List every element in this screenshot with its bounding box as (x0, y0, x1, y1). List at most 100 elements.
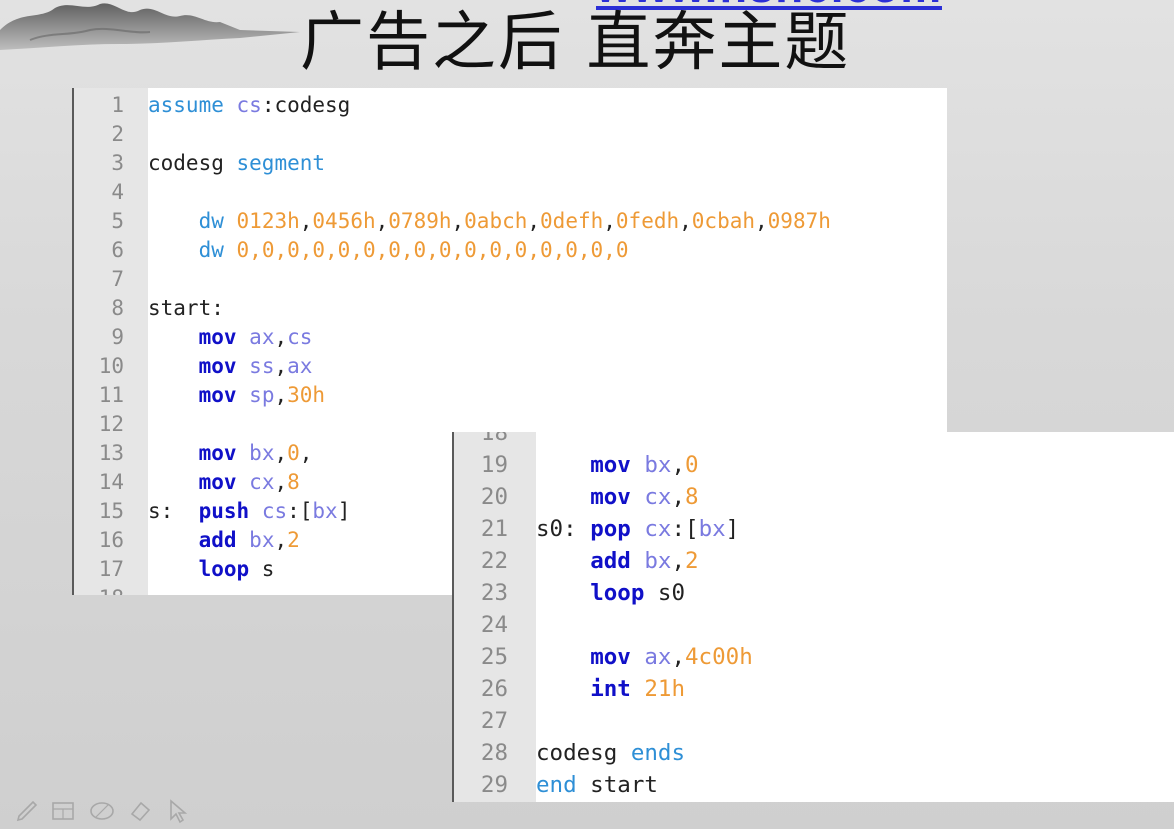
code-line: 22 add bx,2 (452, 545, 1174, 577)
code-token: 0987h (767, 209, 831, 233)
code-token: 0123h (236, 209, 300, 233)
line-number: 17 (98, 557, 124, 581)
code-line: 1 assume cs:codesg (72, 91, 947, 120)
code-token: mov (590, 452, 631, 478)
slide-toolbar (14, 798, 194, 828)
code-line: 5 dw 0123h,0456h,0789h,0abch,0defh,0fedh… (72, 207, 947, 236)
line-number: 9 (111, 325, 124, 349)
code-token: mov (590, 644, 631, 670)
code-token: 2 (287, 528, 300, 552)
line-number: 15 (98, 499, 124, 523)
grid-icon[interactable] (50, 798, 76, 824)
line-number: 2 (111, 122, 124, 146)
line-number: 1 (111, 93, 124, 117)
code-token: 0cbah (691, 209, 755, 233)
code-text: mov cx,8 (536, 481, 699, 513)
code-text: s: push cs:[bx] (148, 497, 350, 526)
line-number: 23 (480, 580, 508, 606)
code-token: :codesg (261, 93, 351, 117)
line-number: 26 (480, 676, 508, 702)
code-token: dw (198, 238, 224, 262)
code-token: bx (249, 441, 275, 465)
code-token: mov (198, 354, 237, 378)
code-token: sp (249, 383, 275, 407)
code-token: , (603, 209, 616, 233)
code-token: ] (725, 516, 740, 542)
code-token: , (755, 209, 768, 233)
code-token: mov (198, 325, 237, 349)
code-token: 2 (685, 548, 699, 574)
pen-icon[interactable] (14, 798, 40, 824)
code-line: 29 end start (452, 769, 1174, 801)
code-token: cx (644, 484, 672, 510)
code-line: 2 (72, 120, 947, 149)
code-token: cx (249, 470, 275, 494)
line-number: 25 (480, 644, 508, 670)
code-token: 0defh (540, 209, 604, 233)
code-line: 21 s0: pop cx:[bx] (452, 513, 1174, 545)
code-token: 21h (644, 676, 686, 702)
code-token: cs (261, 499, 288, 523)
code-token: end (536, 772, 577, 798)
pointer-icon[interactable] (166, 798, 190, 824)
code-token: 0abch (464, 209, 528, 233)
code-line: 18 (452, 432, 1174, 449)
code-token: loop (590, 580, 645, 606)
code-line: 6 dw 0,0,0,0,0,0,0,0,0,0,0,0,0,0,0,0 (72, 236, 947, 265)
code-token: segment (236, 151, 326, 175)
line-number: 7 (111, 267, 124, 291)
line-number: 10 (98, 354, 124, 378)
code-text: dw 0123h,0456h,0789h,0abch,0defh,0fedh,0… (148, 207, 831, 236)
line-number: 14 (98, 470, 124, 494)
code-token: 30h (287, 383, 326, 407)
eraser-icon[interactable] (88, 798, 116, 824)
code-token: mov (198, 441, 237, 465)
code-text: loop s (148, 555, 275, 584)
code-token: codesg (536, 740, 631, 766)
code-text: assume cs:codesg (148, 91, 350, 120)
code-token: cx (644, 516, 672, 542)
code-text: start: (148, 294, 224, 323)
code-line: 25 mov ax,4c00h (452, 641, 1174, 673)
line-number: 18 (72, 584, 124, 595)
code-token: , (671, 484, 686, 510)
code-token: 8 (685, 484, 699, 510)
code-token: add (198, 528, 237, 552)
line-number: 6 (111, 238, 124, 262)
code-token: cs (236, 93, 262, 117)
code-token: 0789h (388, 209, 452, 233)
code-line: 23 loop s0 (452, 577, 1174, 609)
code-text: mov bx,0, (148, 439, 313, 468)
code-token: cs (287, 325, 313, 349)
code-token: , (274, 470, 288, 494)
highlighter-icon[interactable] (126, 798, 154, 824)
code-token: bx (312, 499, 338, 523)
line-number: 12 (98, 412, 124, 436)
code-token: assume (148, 93, 224, 117)
code-token: , (527, 209, 541, 233)
code-text: mov sp,30h (148, 381, 325, 410)
line-number: 18 (480, 432, 508, 446)
line-number: 8 (111, 296, 124, 320)
code-token: start: (148, 296, 224, 320)
line-number: 3 (111, 151, 124, 175)
code-token: mov (198, 383, 237, 407)
code-text: dw 0,0,0,0,0,0,0,0,0,0,0,0,0,0,0,0 (148, 236, 629, 265)
